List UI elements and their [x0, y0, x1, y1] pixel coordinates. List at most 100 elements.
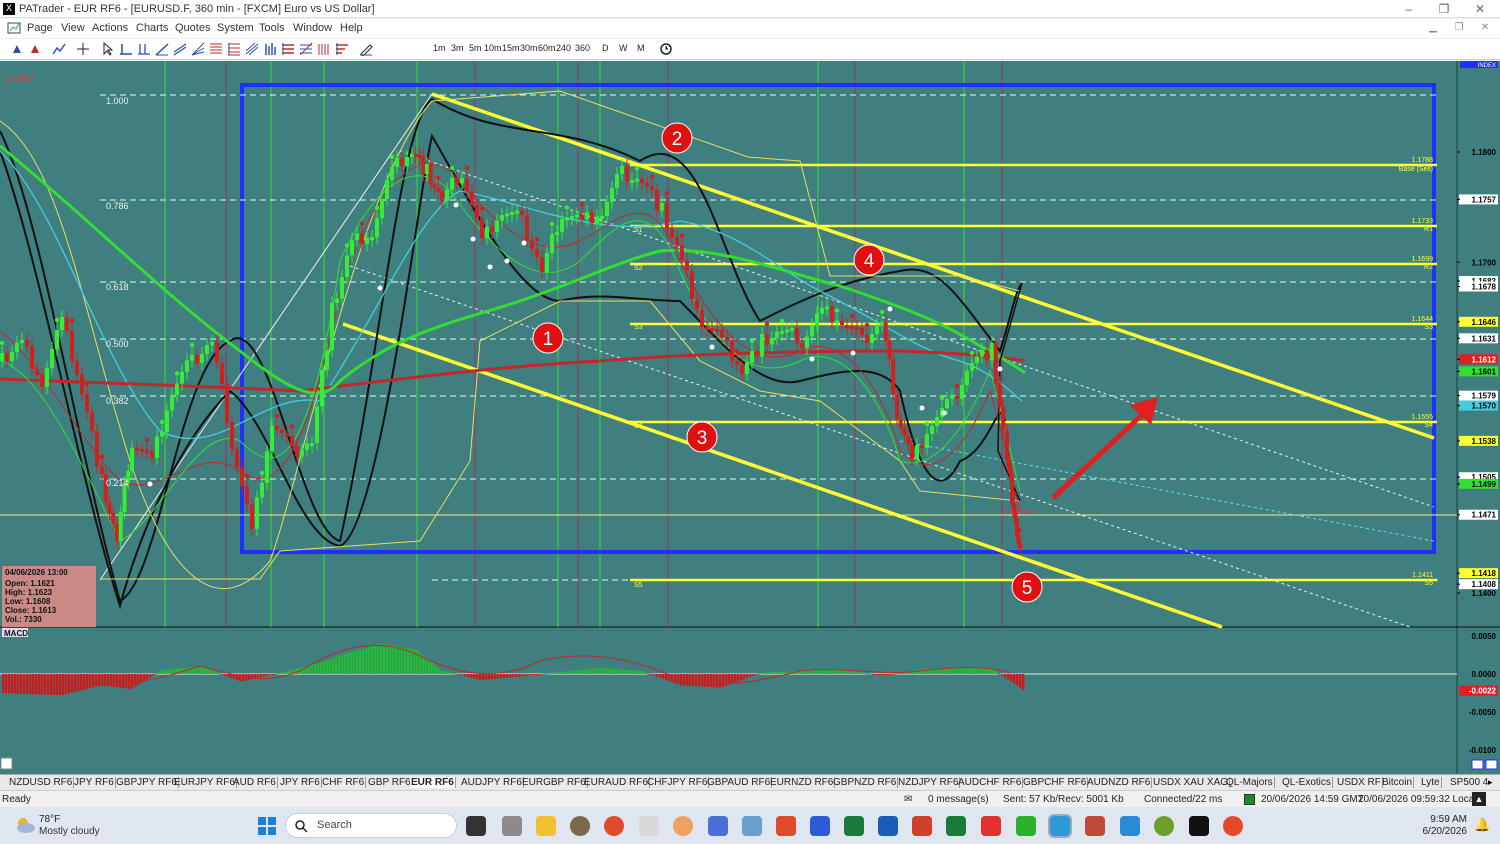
trendline-tool-icon[interactable] — [155, 42, 169, 56]
tab-jpy-2[interactable]: JPY RF6 — [279, 777, 322, 788]
text-tool-icon[interactable] — [335, 42, 349, 56]
tab-gbpnzd[interactable]: GBPNZD RF6 — [832, 777, 899, 788]
cycles-tool-icon[interactable] — [317, 42, 331, 56]
mdi-restore-button[interactable]: ❐ — [1448, 20, 1470, 35]
tf-1m[interactable]: 1m — [433, 43, 446, 53]
weather-cloud-icon[interactable] — [14, 815, 36, 835]
price-chart[interactable]: 1 2 3 4 5 Locked 1.000 0.786 0.618 0.500… — [0, 61, 1500, 774]
tab-eur[interactable]: EUR RF6 — [410, 777, 456, 788]
tab-gbp[interactable]: GBP RF6 — [367, 777, 413, 788]
tf-3m[interactable]: 3m — [451, 43, 464, 53]
app-icon-5[interactable] — [844, 816, 864, 836]
menu-view[interactable]: View — [61, 22, 85, 34]
levels-tool-icon[interactable] — [281, 42, 295, 56]
gann-tool-icon[interactable] — [299, 42, 313, 56]
vline-tool-icon[interactable] — [137, 42, 151, 56]
weather-temp[interactable]: 78°F — [39, 814, 60, 825]
app-icon-1[interactable] — [570, 816, 590, 836]
tab-scroll-right-icon[interactable]: ▸ — [1488, 777, 1493, 788]
paint-icon[interactable] — [639, 816, 659, 836]
calculator-icon[interactable] — [502, 816, 522, 836]
tab-ql-majors[interactable]: QL-Majors — [1225, 777, 1275, 788]
tab-audnzd[interactable]: AUDNZD RF6 — [1086, 777, 1153, 788]
menu-tools[interactable]: Tools — [259, 22, 285, 34]
minimize-button[interactable]: – — [1398, 2, 1420, 16]
tab-lyte[interactable]: Lyte — [1420, 777, 1442, 788]
tab-ql-exotics[interactable]: QL-Exotics — [1281, 777, 1333, 788]
tf-15m[interactable]: 15m — [502, 43, 520, 53]
menu-charts[interactable]: Charts — [136, 22, 168, 34]
fibo-ext-tool-icon[interactable] — [227, 42, 241, 56]
chart-type-icon[interactable] — [52, 42, 66, 56]
pitchfork-tool-icon[interactable] — [245, 42, 259, 56]
powerpoint-icon[interactable] — [912, 816, 932, 836]
tab-aud[interactable]: AUD RF6 — [232, 777, 278, 788]
tf-30m[interactable]: 30m — [520, 43, 538, 53]
pen-tool-icon[interactable] — [359, 42, 373, 57]
crosshair-icon[interactable] — [76, 42, 90, 56]
telegram-icon[interactable] — [1048, 814, 1072, 838]
app-icon-9[interactable] — [1120, 816, 1140, 836]
sell-icon[interactable] — [28, 42, 42, 56]
scroll-box[interactable] — [0, 757, 13, 770]
hline-tool-icon[interactable] — [119, 42, 133, 56]
mdi-minimize-button[interactable]: ▁ — [1422, 20, 1444, 35]
tab-nzdusd[interactable]: NZDUSD RF6 — [8, 777, 75, 788]
tf-240[interactable]: 240 — [556, 43, 571, 53]
menu-system[interactable]: System — [217, 22, 254, 34]
tab-gbpaud[interactable]: GBPAUD RF6 — [706, 777, 773, 788]
windows-start-icon[interactable] — [257, 816, 277, 836]
fibo-tool-icon[interactable] — [209, 42, 223, 56]
search-box[interactable]: Search — [285, 813, 457, 838]
clock-time[interactable]: 9:59 AM — [1427, 814, 1467, 825]
tf-m[interactable]: M — [637, 43, 645, 53]
weather-desc[interactable]: Mostly cloudy — [39, 826, 100, 837]
tf-360[interactable]: 360 — [575, 43, 590, 53]
tab-usdx-xau-xag[interactable]: USDX XAU XAG — [1152, 777, 1231, 788]
index-button[interactable]: INDEX — [1460, 61, 1498, 69]
tab-eurnzd[interactable]: EURNZD RF6 — [769, 777, 836, 788]
tab-eurjpy[interactable]: EURJPY RF6 — [173, 777, 237, 788]
fan-tool-icon[interactable] — [191, 42, 205, 56]
task-view-icon[interactable] — [466, 816, 486, 836]
pointer-icon[interactable] — [101, 41, 115, 56]
notepad-icon[interactable] — [708, 816, 728, 836]
chart-canvas[interactable]: 1 2 3 4 5 Locked 1.000 0.786 0.618 0.500… — [0, 61, 1500, 774]
excel-icon[interactable] — [946, 816, 966, 836]
app-icon-7[interactable] — [1016, 816, 1036, 836]
app-icon-4[interactable] — [810, 816, 830, 836]
tab-chf[interactable]: CHF RF6 — [321, 777, 367, 788]
app-icon-10[interactable] — [1154, 816, 1174, 836]
channel-tool-icon[interactable] — [173, 42, 187, 56]
chrome-icon-2[interactable] — [1223, 816, 1243, 836]
menu-quotes[interactable]: Quotes — [175, 22, 210, 34]
photos-icon[interactable] — [742, 816, 762, 836]
tab-audchf[interactable]: AUDCHF RF6 — [957, 777, 1024, 788]
tf-60m[interactable]: 60m — [538, 43, 556, 53]
tf-5m[interactable]: 5m — [469, 43, 482, 53]
maximize-button[interactable]: ❐ — [1433, 2, 1455, 16]
mdi-close-button[interactable]: ✕ — [1474, 20, 1496, 35]
chrome-icon[interactable] — [604, 816, 624, 836]
close-button[interactable]: ✕ — [1469, 2, 1491, 16]
tab-sp500[interactable]: SP500 4 — [1449, 777, 1489, 788]
alert-icon[interactable]: ▲ — [1472, 792, 1486, 806]
clock-icon[interactable] — [659, 42, 673, 56]
tab-audjpy[interactable]: AUDJPY RF6 — [460, 777, 524, 788]
app-icon-6[interactable] — [981, 816, 1001, 836]
tf-10m[interactable]: 10m — [484, 43, 502, 53]
outlook-icon[interactable] — [878, 816, 898, 836]
bars-tool-icon[interactable] — [263, 42, 277, 56]
buy-icon[interactable] — [10, 42, 24, 56]
tab-eurgbp[interactable]: EURGBP RF6 — [521, 777, 588, 788]
clock-date[interactable]: 6/20/2026 — [1413, 826, 1468, 837]
mail-icon[interactable]: ✉ — [904, 794, 912, 805]
menu-window[interactable]: Window — [293, 22, 332, 34]
tab-chfjpy[interactable]: CHFJPY RF6 — [646, 777, 710, 788]
pane-settings-icon[interactable] — [1485, 759, 1498, 770]
tf-w[interactable]: W — [619, 43, 628, 53]
notification-icon[interactable]: 🔔 — [1474, 817, 1490, 833]
tab-nzdjpy[interactable]: NZDJPY RF6 — [897, 777, 961, 788]
status-messages[interactable]: 0 message(s) — [928, 794, 989, 805]
app-icon-8[interactable] — [1085, 816, 1105, 836]
